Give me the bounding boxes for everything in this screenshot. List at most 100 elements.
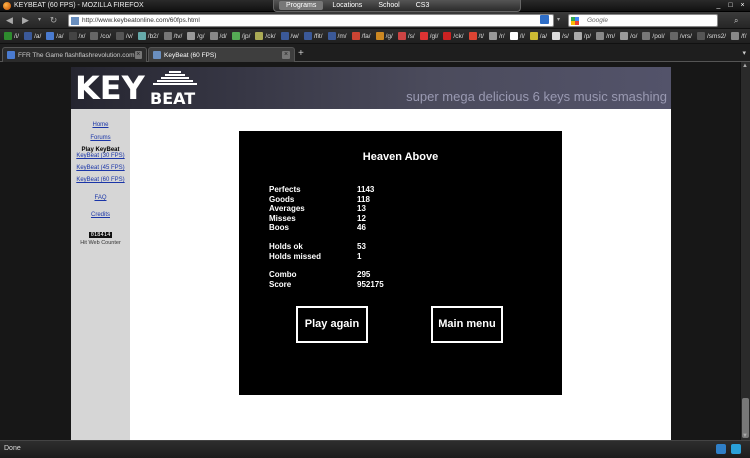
bookmark-item[interactable]: /co/ (90, 32, 111, 40)
bookmark-label: /f/ (741, 32, 747, 40)
sidebar-link-45fps[interactable]: KeyBeat (45 FPS) (71, 165, 130, 171)
bookmark-item[interactable]: /sms2/ (696, 32, 727, 40)
extension-dropdown-icon[interactable]: ▾ (553, 15, 564, 26)
bookmark-item[interactable]: /s/ (397, 32, 415, 40)
vertical-scrollbar[interactable]: ▲ ▼ (740, 62, 750, 440)
stat-name: Holds ok (269, 242, 303, 251)
bookmark-item[interactable]: /ck/ (443, 32, 464, 40)
bookmark-item[interactable]: /m/ (596, 32, 615, 40)
stat-name: Holds missed (269, 251, 322, 261)
sidebar-link-30fps[interactable]: KeyBeat (30 FPS) (71, 153, 130, 159)
bookmark-item[interactable]: /a/ (46, 32, 64, 40)
bookmark-item[interactable]: /w/ (280, 32, 299, 40)
bookmark-item[interactable]: /p/ (573, 32, 591, 40)
stat-value: 1 (357, 251, 362, 261)
stat-row-misses: Misses 12 (269, 214, 429, 224)
list-all-tabs-icon[interactable]: ▾ (742, 49, 746, 57)
bookmark-item[interactable]: /s/ (552, 32, 569, 40)
menu-locations[interactable]: Locations (325, 1, 369, 10)
maximize-button[interactable]: □ (726, 1, 735, 10)
menu-programs[interactable]: Programs (279, 1, 324, 10)
stat-value: 1143 (357, 185, 375, 194)
sync-status-icon[interactable] (731, 444, 741, 454)
tab-keybeat[interactable]: KeyBeat (60 FPS) × (148, 47, 295, 62)
bookmark-label: /g/ (385, 32, 393, 40)
bookmark-item[interactable]: /m/ (327, 32, 347, 40)
window-titlebar: KEYBEAT (60 FPS) - MOZILLA FIREFOX Progr… (0, 0, 750, 12)
extension-icon[interactable] (540, 15, 549, 24)
stat-name: Combo (269, 270, 297, 279)
bookmark-label: /a/ (56, 32, 64, 40)
bookmark-favicon-icon (443, 32, 452, 40)
sidebar-link-60fps[interactable]: KeyBeat (60 FPS) (71, 177, 130, 183)
bookmark-item[interactable]: /t/ (468, 32, 484, 40)
bookmark-label: /m/ (606, 32, 616, 40)
scrollbar-thumb[interactable] (742, 398, 749, 438)
addon-status-icon[interactable] (716, 444, 726, 454)
url-bar[interactable]: http://www.keybeatonline.com/60fps.html … (68, 14, 554, 27)
bookmark-item[interactable]: /f/ (731, 32, 747, 40)
bookmark-item[interactable]: /gl/ (419, 32, 438, 40)
forward-arrow-icon[interactable]: ▶ (20, 15, 31, 26)
bookmark-label: /r/ (498, 32, 505, 40)
reload-icon[interactable]: ↻ (48, 15, 59, 26)
window-title: KEYBEAT (60 FPS) - MOZILLA FIREFOX (14, 2, 144, 9)
google-search-engine-icon[interactable] (571, 17, 579, 25)
tab-ffr[interactable]: FFR The Game flashflashrevolution.com × (2, 47, 147, 62)
site-sidebar: Home Forums Play KeyBeat KeyBeat (30 FPS… (71, 109, 130, 440)
bookmark-item[interactable]: /r/ (488, 32, 505, 40)
bookmark-label: /d/ (219, 32, 227, 40)
bookmark-item[interactable]: /g/ (375, 32, 393, 40)
play-again-button[interactable]: Play again (296, 306, 368, 343)
bookmark-item[interactable]: /l/ (509, 32, 525, 40)
bookmark-item[interactable]: /d/ (209, 32, 227, 40)
bookmark-item[interactable]: /v/ (115, 32, 133, 40)
bookmark-item[interactable]: /jp/ (231, 32, 250, 40)
stat-row-perfects: Perfects 1143 (269, 185, 429, 195)
bookmark-item[interactable]: /o/ (620, 32, 637, 40)
bookmark-favicon-icon (552, 32, 561, 40)
minimize-button[interactable]: _ (714, 1, 723, 10)
close-tab-icon[interactable]: × (134, 51, 142, 59)
search-bar[interactable]: Google (568, 14, 718, 27)
bookmark-item[interactable]: /pol/ (642, 32, 665, 40)
bookmark-item[interactable]: /b2/ (137, 32, 159, 40)
scroll-down-icon[interactable]: ▼ (742, 433, 748, 439)
bookmark-item[interactable]: /a/ (529, 32, 547, 40)
new-tab-button[interactable]: + (298, 48, 304, 59)
bookmark-item[interactable]: /tv/ (163, 32, 183, 40)
bookmark-label: /sms2/ (706, 32, 727, 40)
main-menu-button[interactable]: Main menu (431, 306, 503, 343)
scroll-up-icon[interactable]: ▲ (742, 63, 748, 69)
stat-value: 952175 (357, 279, 384, 289)
url-text[interactable]: http://www.keybeatonline.com/60fps.html (82, 17, 200, 24)
history-dropdown-icon[interactable]: ▾ (34, 15, 45, 26)
bookmark-label: /vrs/ (679, 32, 692, 40)
search-icon[interactable]: ⌕ (734, 16, 743, 25)
bookmark-item[interactable]: /ck/ (255, 32, 276, 40)
bookmark-label: /s/ (407, 32, 415, 40)
hit-counter-label[interactable]: Hit Web Counter (71, 240, 130, 246)
keybeat-favicon-icon (153, 51, 161, 59)
bookmark-favicon-icon (90, 32, 99, 40)
menu-school[interactable]: School (371, 1, 406, 10)
stat-row-boos: Boos 46 (269, 223, 429, 233)
bookmark-item[interactable]: /a/ (24, 32, 41, 40)
search-input[interactable]: Google (587, 17, 608, 24)
close-tab-icon[interactable]: × (282, 51, 290, 59)
bookmark-item[interactable]: /fit/ (303, 32, 323, 40)
bookmark-label: /tv/ (173, 32, 183, 40)
stat-name: Averages (269, 204, 305, 213)
bookmark-item[interactable]: /fa/ (351, 32, 371, 40)
bookmark-item[interactable]: /x/ (68, 32, 85, 40)
bookmark-label: /ck/ (265, 32, 276, 40)
menu-cs3[interactable]: CS3 (409, 1, 437, 10)
bookmark-item[interactable]: /vrs/ (669, 32, 692, 40)
close-window-button[interactable]: × (738, 1, 747, 10)
bookmark-item[interactable]: /i/ (4, 32, 19, 40)
bookmark-favicon-icon (419, 32, 428, 40)
back-arrow-icon[interactable]: ◀ (4, 15, 15, 26)
tab-label: FFR The Game flashflashrevolution.com (18, 51, 135, 59)
bookmark-label: /w/ (290, 32, 299, 40)
bookmark-item[interactable]: /g/ (187, 32, 205, 40)
